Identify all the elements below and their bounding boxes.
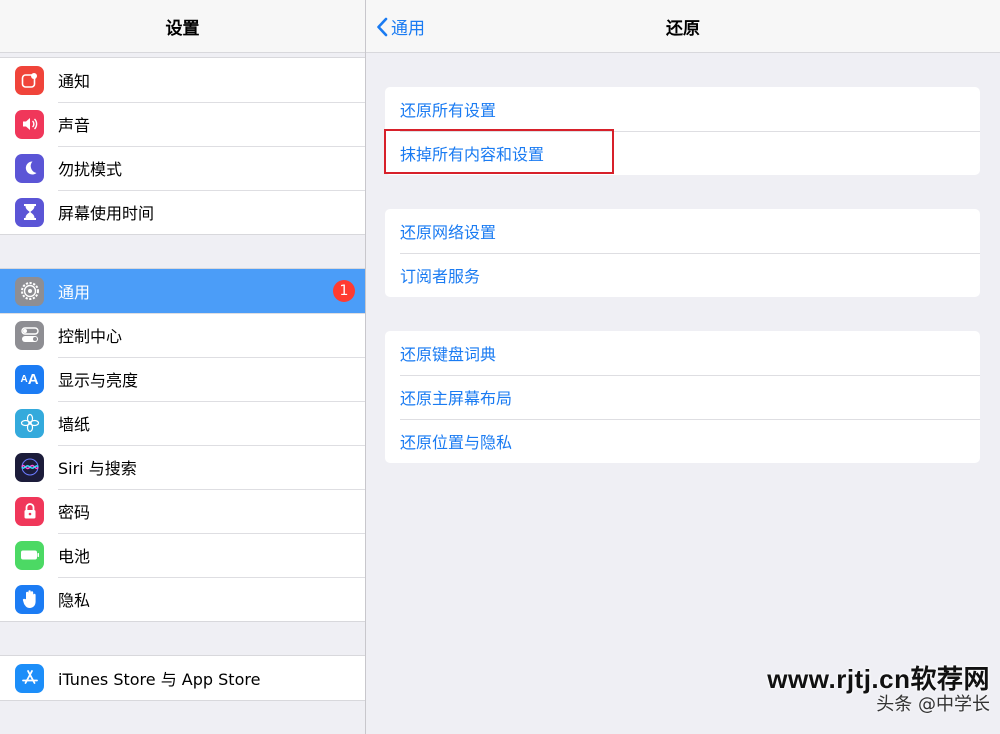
sidebar-item-label: 密码 (58, 503, 91, 522)
chevron-left-icon (377, 17, 388, 36)
siri-icon (15, 452, 44, 482)
sidebar-item-display-brightness[interactable]: AA 显示与亮度 (0, 357, 365, 401)
subscriber-services-button[interactable]: 订阅者服务 (385, 253, 980, 297)
hourglass-icon (15, 197, 44, 227)
notification-badge: 1 (333, 280, 355, 302)
detail-title: 还原 (666, 18, 700, 39)
reset-group-3: 还原键盘词典 还原主屏幕布局 还原位置与隐私 (385, 331, 980, 463)
sidebar-item-general[interactable]: 通用 1 (0, 269, 365, 313)
sidebar-item-label: 隐私 (58, 591, 91, 610)
battery-icon (15, 540, 44, 570)
hand-icon (15, 584, 44, 614)
watermark-author: 头条 @中学长 (876, 694, 990, 715)
reset-option-label: 还原位置与隐私 (400, 433, 513, 452)
reset-option-label: 订阅者服务 (400, 267, 481, 286)
sidebar-item-sound[interactable]: 声音 (0, 102, 365, 146)
sidebar-item-siri-search[interactable]: Siri 与搜索 (0, 445, 365, 489)
notifications-icon (15, 65, 44, 95)
lock-icon (15, 496, 44, 526)
reset-group-1: 还原所有设置 抹掉所有内容和设置 (385, 87, 980, 175)
sidebar-item-label: 通知 (58, 72, 91, 91)
sidebar-item-passcode[interactable]: 密码 (0, 489, 365, 533)
sidebar-item-itunes-app-store[interactable]: iTunes Store 与 App Store (0, 656, 365, 700)
sidebar-item-label: iTunes Store 与 App Store (58, 670, 261, 689)
sidebar-item-label: 声音 (58, 116, 91, 135)
app-store-icon (15, 663, 44, 693)
watermark-site: www.rjtj.cn软荐网 (767, 664, 990, 694)
reset-location-privacy-button[interactable]: 还原位置与隐私 (385, 419, 980, 463)
sidebar-group-3: iTunes Store 与 App Store (0, 655, 365, 701)
reset-detail-pane: 通用 还原 还原所有设置 抹掉所有内容和设置 还原网络设置 订阅者服务 还原键盘… (366, 0, 1000, 734)
gear-icon (15, 276, 44, 306)
reset-keyboard-dictionary-button[interactable]: 还原键盘词典 (385, 331, 980, 375)
back-button[interactable]: 通用 (376, 14, 425, 39)
sidebar-item-do-not-disturb[interactable]: 勿扰模式 (0, 146, 365, 190)
sidebar-item-label: 墙纸 (58, 415, 91, 434)
detail-nav-bar: 通用 还原 (366, 0, 1000, 53)
sidebar-item-label: 通用 (58, 283, 91, 302)
sidebar-item-label: 屏幕使用时间 (58, 204, 155, 223)
sidebar-item-label: 控制中心 (58, 327, 123, 346)
sidebar-item-privacy[interactable]: 隐私 (0, 577, 365, 621)
sidebar-item-label: 显示与亮度 (58, 371, 139, 390)
sidebar-item-control-center[interactable]: 控制中心 (0, 313, 365, 357)
text-size-icon: AA (15, 364, 44, 394)
sidebar-group-2: 通用 1 控制中心 AA 显示与亮度 墙纸 Siri 与搜索 密码 电池 隐私 (0, 268, 365, 622)
watermark: www.rjtj.cn软荐网 头条 @中学长 (767, 659, 990, 716)
sidebar-title: 设置 (165, 18, 200, 39)
sidebar-item-label: Siri 与搜索 (58, 459, 137, 478)
erase-all-content-button[interactable]: 抹掉所有内容和设置 (385, 131, 980, 175)
flower-icon (15, 408, 44, 438)
sidebar-item-label: 勿扰模式 (58, 160, 123, 179)
reset-option-label: 还原网络设置 (400, 223, 497, 242)
reset-option-label: 抹掉所有内容和设置 (400, 145, 545, 164)
sidebar-group-1: 通知 声音 勿扰模式 屏幕使用时间 (0, 57, 365, 235)
settings-screen: 设置 通知 声音 勿扰模式 屏幕使用时间 通用 1 控制中心 A A 显示与亮度… (0, 0, 1000, 734)
sidebar-item-notifications[interactable]: 通知 (0, 58, 365, 102)
moon-icon (15, 153, 44, 183)
reset-option-label: 还原键盘词典 (400, 345, 497, 364)
reset-option-label: 还原主屏幕布局 (400, 389, 513, 408)
sidebar-item-wallpaper[interactable]: 墙纸 (0, 401, 365, 445)
sound-icon (15, 109, 44, 139)
sidebar-item-screen-time[interactable]: 屏幕使用时间 (0, 190, 365, 234)
reset-home-screen-layout-button[interactable]: 还原主屏幕布局 (385, 375, 980, 419)
reset-group-2: 还原网络设置 订阅者服务 (385, 209, 980, 297)
sidebar-item-label: 电池 (58, 547, 91, 566)
switches-icon (15, 320, 44, 350)
sidebar-item-battery[interactable]: 电池 (0, 533, 365, 577)
reset-network-settings-button[interactable]: 还原网络设置 (385, 209, 980, 253)
reset-all-settings-button[interactable]: 还原所有设置 (385, 87, 980, 131)
settings-sidebar: 设置 通知 声音 勿扰模式 屏幕使用时间 通用 1 控制中心 A A 显示与亮度… (0, 0, 366, 734)
reset-option-label: 还原所有设置 (400, 101, 497, 120)
back-button-label: 通用 (391, 19, 425, 39)
sidebar-nav-bar: 设置 (0, 0, 365, 53)
